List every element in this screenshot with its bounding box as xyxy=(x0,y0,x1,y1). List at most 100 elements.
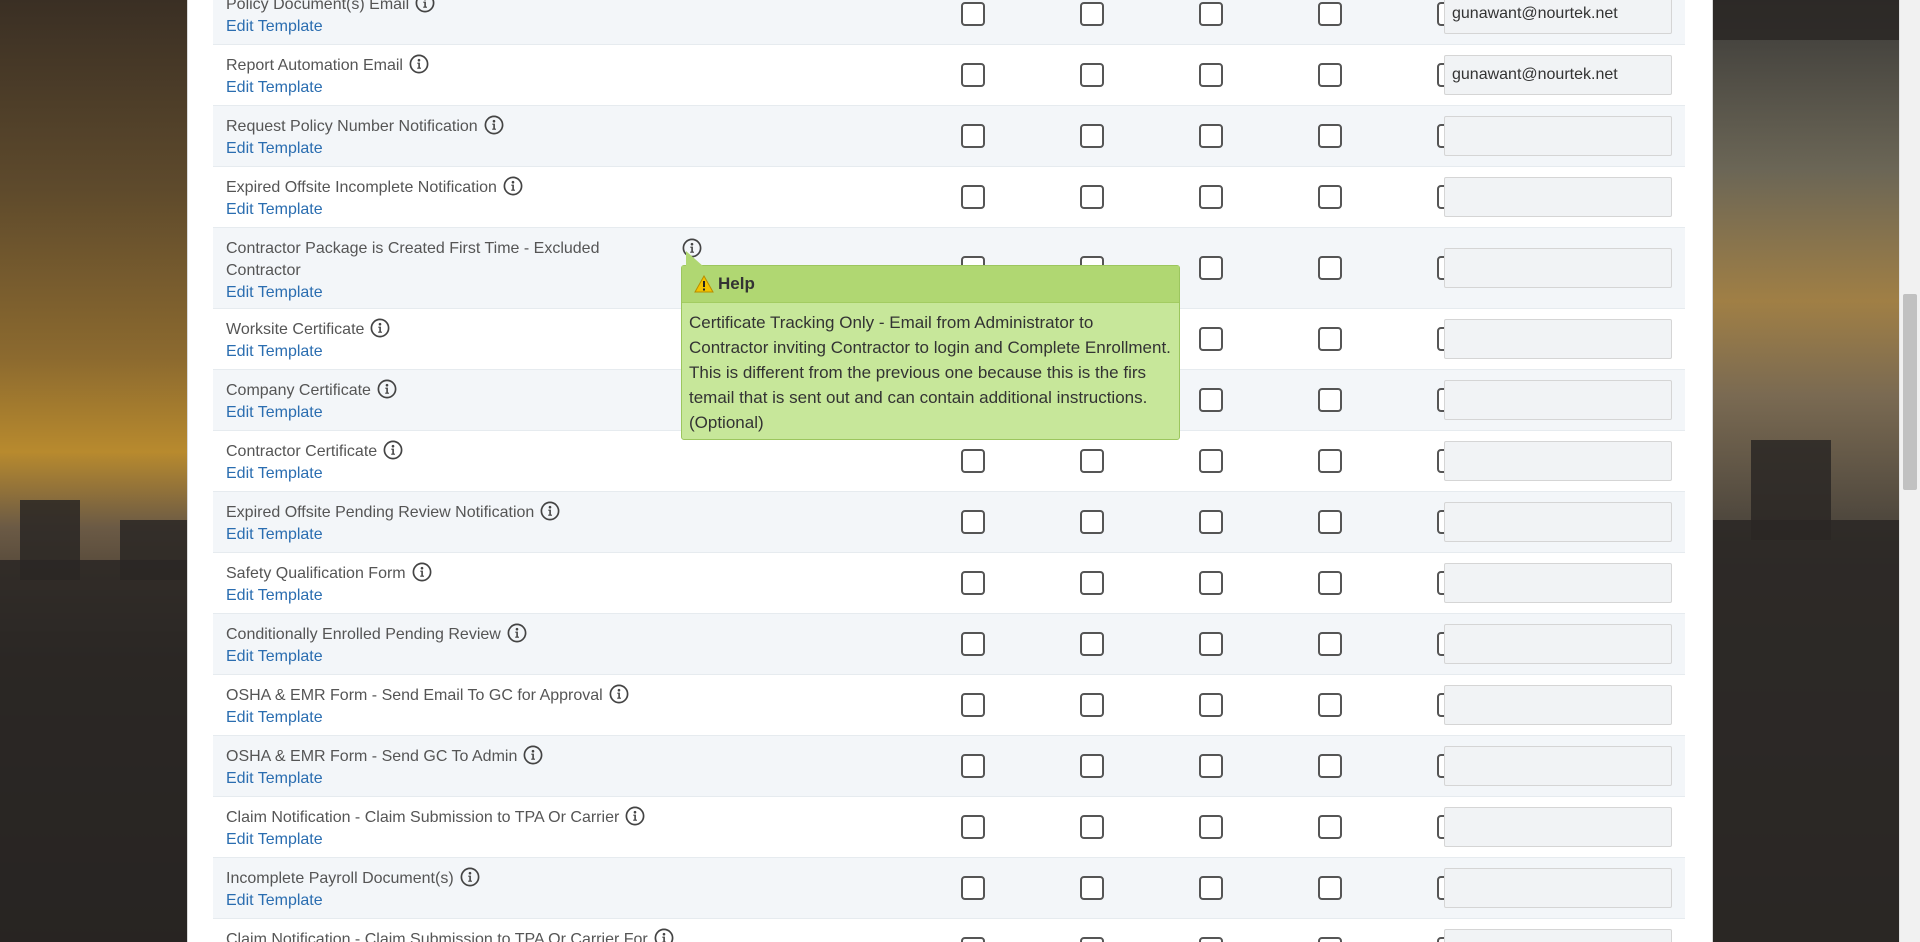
info-icon[interactable] xyxy=(523,745,543,765)
info-icon[interactable] xyxy=(540,501,560,521)
notify-checkbox-4[interactable] xyxy=(1318,327,1342,351)
email-field[interactable] xyxy=(1444,319,1672,359)
email-field[interactable] xyxy=(1444,624,1672,664)
notify-checkbox-2[interactable] xyxy=(1080,124,1104,148)
edit-template-link[interactable]: Edit Template xyxy=(226,524,696,546)
notify-checkbox-3[interactable] xyxy=(1199,449,1223,473)
email-field[interactable] xyxy=(1444,441,1672,481)
info-icon[interactable] xyxy=(460,867,480,887)
notify-checkbox-3[interactable] xyxy=(1199,754,1223,778)
email-field[interactable] xyxy=(1444,868,1672,908)
edit-template-link[interactable]: Edit Template xyxy=(226,402,696,424)
notify-checkbox-3[interactable] xyxy=(1199,693,1223,717)
notify-checkbox-4[interactable] xyxy=(1318,876,1342,900)
notify-checkbox-4[interactable] xyxy=(1318,63,1342,87)
edit-template-link[interactable]: Edit Template xyxy=(226,199,696,221)
notify-checkbox-3[interactable] xyxy=(1199,876,1223,900)
email-field[interactable] xyxy=(1444,380,1672,420)
edit-template-link[interactable]: Edit Template xyxy=(226,463,696,485)
notify-checkbox-4[interactable] xyxy=(1318,937,1342,942)
info-icon[interactable] xyxy=(654,928,674,942)
info-icon[interactable] xyxy=(507,623,527,643)
info-icon[interactable] xyxy=(503,176,523,196)
notify-checkbox-3[interactable] xyxy=(1199,63,1223,87)
info-icon[interactable] xyxy=(415,0,435,13)
notify-checkbox-3[interactable] xyxy=(1199,388,1223,412)
notify-checkbox-4[interactable] xyxy=(1318,632,1342,656)
notify-checkbox-4[interactable] xyxy=(1318,571,1342,595)
info-icon[interactable] xyxy=(609,684,629,704)
notify-checkbox-3[interactable] xyxy=(1199,510,1223,534)
info-icon[interactable] xyxy=(625,806,645,826)
email-field[interactable] xyxy=(1444,685,1672,725)
notify-checkbox-3[interactable] xyxy=(1199,815,1223,839)
edit-template-link[interactable]: Edit Template xyxy=(226,829,696,851)
notify-checkbox-3[interactable] xyxy=(1199,2,1223,26)
email-field[interactable] xyxy=(1444,55,1672,95)
notify-checkbox-1[interactable] xyxy=(961,632,985,656)
notify-checkbox-4[interactable] xyxy=(1318,2,1342,26)
notify-checkbox-3[interactable] xyxy=(1199,185,1223,209)
info-icon[interactable] xyxy=(377,379,397,399)
email-field[interactable] xyxy=(1444,563,1672,603)
notify-checkbox-2[interactable] xyxy=(1080,876,1104,900)
notify-checkbox-1[interactable] xyxy=(961,693,985,717)
email-field[interactable] xyxy=(1444,0,1672,34)
email-field[interactable] xyxy=(1444,746,1672,786)
email-field[interactable] xyxy=(1444,177,1672,217)
email-field[interactable] xyxy=(1444,929,1672,942)
notify-checkbox-4[interactable] xyxy=(1318,124,1342,148)
notify-checkbox-1[interactable] xyxy=(961,937,985,942)
email-field[interactable] xyxy=(1444,248,1672,288)
edit-template-link[interactable]: Edit Template xyxy=(226,77,696,99)
notify-checkbox-3[interactable] xyxy=(1199,632,1223,656)
notify-checkbox-1[interactable] xyxy=(961,510,985,534)
notify-checkbox-2[interactable] xyxy=(1080,754,1104,778)
notify-checkbox-3[interactable] xyxy=(1199,124,1223,148)
edit-template-link[interactable]: Edit Template xyxy=(226,282,626,304)
notify-checkbox-4[interactable] xyxy=(1318,388,1342,412)
page-scrollbar[interactable] xyxy=(1899,0,1920,942)
notify-checkbox-2[interactable] xyxy=(1080,185,1104,209)
notify-checkbox-1[interactable] xyxy=(961,449,985,473)
notify-checkbox-1[interactable] xyxy=(961,754,985,778)
notify-checkbox-3[interactable] xyxy=(1199,937,1223,942)
notify-checkbox-2[interactable] xyxy=(1080,937,1104,942)
notify-checkbox-4[interactable] xyxy=(1318,815,1342,839)
info-icon[interactable] xyxy=(412,562,432,582)
notify-checkbox-1[interactable] xyxy=(961,63,985,87)
notify-checkbox-4[interactable] xyxy=(1318,693,1342,717)
notify-checkbox-3[interactable] xyxy=(1199,327,1223,351)
edit-template-link[interactable]: Edit Template xyxy=(226,646,696,668)
notify-checkbox-2[interactable] xyxy=(1080,693,1104,717)
email-field[interactable] xyxy=(1444,807,1672,847)
edit-template-link[interactable]: Edit Template xyxy=(226,768,696,790)
notify-checkbox-4[interactable] xyxy=(1318,510,1342,534)
notify-checkbox-3[interactable] xyxy=(1199,256,1223,280)
edit-template-link[interactable]: Edit Template xyxy=(226,138,696,160)
notify-checkbox-4[interactable] xyxy=(1318,449,1342,473)
edit-template-link[interactable]: Edit Template xyxy=(226,707,696,729)
notify-checkbox-1[interactable] xyxy=(961,571,985,595)
notify-checkbox-2[interactable] xyxy=(1080,571,1104,595)
notify-checkbox-1[interactable] xyxy=(961,124,985,148)
notify-checkbox-2[interactable] xyxy=(1080,449,1104,473)
email-field[interactable] xyxy=(1444,502,1672,542)
notify-checkbox-2[interactable] xyxy=(1080,63,1104,87)
notify-checkbox-3[interactable] xyxy=(1199,571,1223,595)
edit-template-link[interactable]: Edit Template xyxy=(226,16,696,38)
info-icon[interactable] xyxy=(370,318,390,338)
info-icon[interactable] xyxy=(383,440,403,460)
edit-template-link[interactable]: Edit Template xyxy=(226,341,696,363)
notify-checkbox-4[interactable] xyxy=(1318,754,1342,778)
notify-checkbox-1[interactable] xyxy=(961,815,985,839)
notify-checkbox-4[interactable] xyxy=(1318,256,1342,280)
edit-template-link[interactable]: Edit Template xyxy=(226,585,696,607)
email-field[interactable] xyxy=(1444,116,1672,156)
info-icon[interactable] xyxy=(484,115,504,135)
edit-template-link[interactable]: Edit Template xyxy=(226,890,696,912)
scrollbar-thumb[interactable] xyxy=(1903,294,1917,490)
notify-checkbox-2[interactable] xyxy=(1080,2,1104,26)
notify-checkbox-1[interactable] xyxy=(961,2,985,26)
info-icon[interactable] xyxy=(409,54,429,74)
